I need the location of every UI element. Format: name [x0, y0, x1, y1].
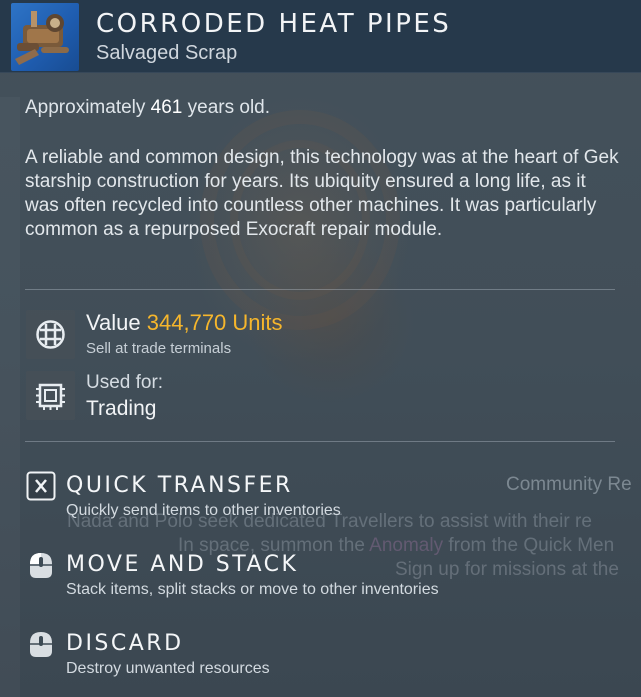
- bg-line-3: Sign up for missions at the: [395, 559, 619, 580]
- item-category: Salvaged Scrap: [96, 42, 238, 64]
- bg-community-label: Community Re: [506, 474, 632, 495]
- value-label: Value: [86, 310, 141, 335]
- divider: [25, 289, 615, 290]
- item-age: Approximately 461 years old.: [25, 97, 270, 119]
- age-suffix: years old.: [187, 97, 271, 118]
- units-currency-icon: [26, 310, 75, 359]
- trade-chip-icon: [26, 371, 75, 420]
- divider: [25, 441, 615, 442]
- bg-line-2-b: from the Quick Men: [448, 535, 615, 556]
- corroded-heat-pipes-icon: [11, 3, 79, 71]
- age-prefix: Approximately: [25, 97, 146, 118]
- x-key-icon: [26, 471, 56, 501]
- action-title: DISCARD: [66, 631, 184, 656]
- value-amount: 344,770 Units: [146, 310, 283, 335]
- action-sub: Destroy unwanted resources: [66, 660, 270, 677]
- item-title: CORRODED HEAT PIPES: [96, 9, 452, 39]
- age-years: 461: [150, 97, 183, 118]
- bg-line-2-accent: Anomaly: [369, 535, 444, 556]
- action-title: QUICK TRANSFER: [66, 473, 293, 498]
- value-line: Value 344,770 Units: [86, 310, 283, 336]
- mouse-hold-icon: [26, 629, 56, 659]
- action-sub: Quickly send items to other inventories: [66, 502, 341, 519]
- action-sub: Stack items, split stacks or move to oth…: [66, 581, 439, 598]
- item-header: CORRODED HEAT PIPES Salvaged Scrap: [0, 0, 641, 73]
- left-panel-strip: [0, 97, 20, 697]
- used-for-value: Trading: [86, 397, 157, 420]
- value-sub: Sell at trade terminals: [86, 340, 232, 357]
- used-for-label: Used for:: [86, 372, 164, 393]
- action-title: MOVE AND STACK: [66, 552, 299, 577]
- mouse-left-click-icon: [26, 550, 56, 580]
- item-description: A reliable and common design, this techn…: [25, 147, 619, 240]
